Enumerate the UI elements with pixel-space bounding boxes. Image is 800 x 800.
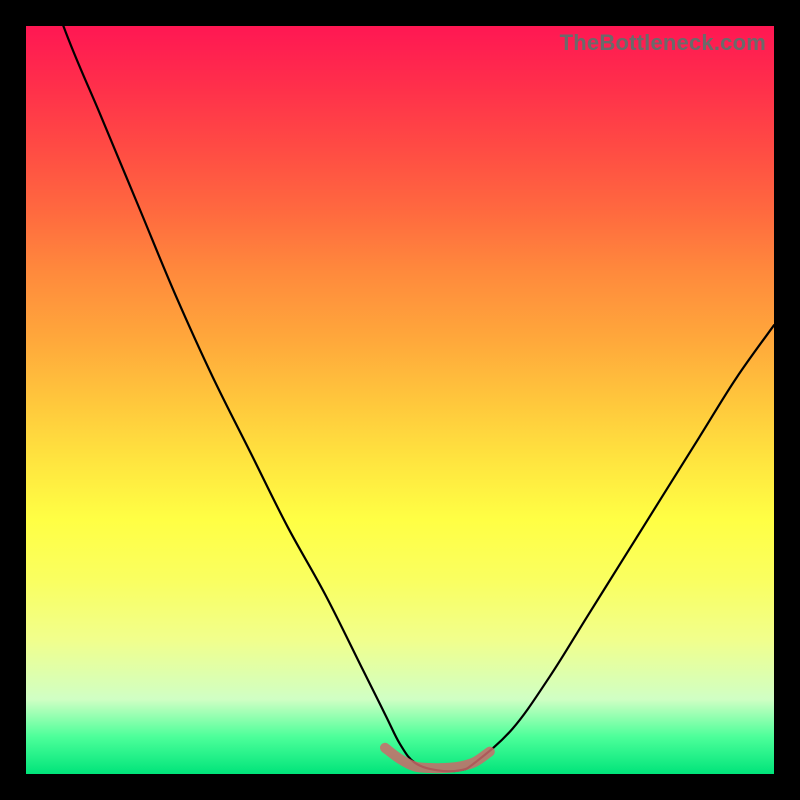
bottleneck-curve — [26, 26, 774, 771]
chart-frame: TheBottleneck.com — [0, 0, 800, 800]
plot-area: TheBottleneck.com — [26, 26, 774, 774]
chart-svg — [26, 26, 774, 774]
trough-overlay — [385, 748, 490, 768]
